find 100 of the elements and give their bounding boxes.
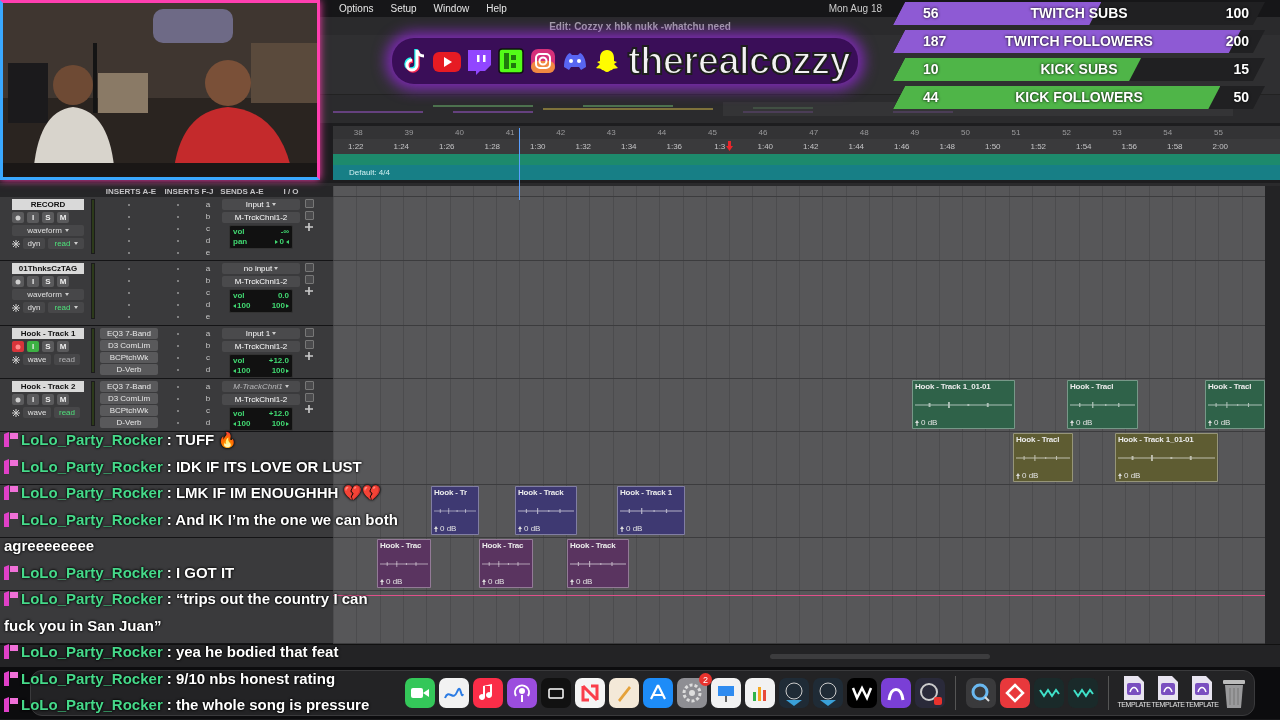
- automation-selector[interactable]: read: [54, 354, 80, 365]
- chat-username[interactable]: LoLo_Party_Rocker: [21, 457, 163, 475]
- solo-button[interactable]: S: [42, 276, 54, 287]
- track-name[interactable]: 01ThnksCzTAG: [12, 263, 84, 274]
- audio-clip[interactable]: Hook - Trac 0 dB: [479, 539, 533, 588]
- dynamic-button[interactable]: dyn: [23, 302, 45, 313]
- output-selector[interactable]: M-TrckChnl1-2: [222, 341, 300, 352]
- audio-clip[interactable]: Hook - Tr 0 dB: [431, 486, 479, 535]
- plus-icon[interactable]: [305, 352, 313, 360]
- track-name[interactable]: RECORD: [12, 199, 84, 210]
- automation-selector[interactable]: read: [48, 302, 84, 313]
- record-button[interactable]: [12, 276, 24, 287]
- send-slot[interactable]: d: [205, 364, 211, 375]
- automation-selector[interactable]: read: [54, 407, 80, 418]
- audio-clip[interactable]: Hook - Tracl 0 dB: [1205, 380, 1265, 429]
- chat-username[interactable]: LoLo_Party_Rocker: [21, 510, 163, 528]
- snowflake-icon[interactable]: [12, 355, 20, 364]
- record-icon[interactable]: [915, 678, 945, 708]
- view-selector[interactable]: wave: [23, 407, 51, 418]
- snowflake-icon[interactable]: [12, 408, 20, 417]
- send-slot[interactable]: b: [205, 211, 211, 222]
- solo-button[interactable]: S: [42, 341, 54, 352]
- clip-gain[interactable]: 0 dB: [620, 524, 682, 533]
- tv-icon[interactable]: [541, 678, 571, 708]
- plus-icon[interactable]: [305, 287, 313, 295]
- clip-gain[interactable]: 0 dB: [1070, 418, 1135, 427]
- chat-username[interactable]: LoLo_Party_Rocker: [21, 484, 163, 501]
- zigzag-icon[interactable]: [1034, 678, 1064, 708]
- solo-button[interactable]: S: [42, 394, 54, 405]
- insert-slot[interactable]: BCPtchWk: [100, 405, 158, 416]
- document-icon[interactable]: [1191, 675, 1213, 701]
- presentation-icon[interactable]: [711, 678, 741, 708]
- menu-item[interactable]: Setup: [390, 3, 417, 14]
- volume-pan-display[interactable]: vol -∞ pan 0: [229, 225, 293, 249]
- dynamic-button[interactable]: dyn: [23, 238, 45, 249]
- chat-username[interactable]: LoLo_Party_Rocker: [21, 696, 163, 713]
- input-selector[interactable]: no input: [222, 263, 300, 274]
- record-button[interactable]: [12, 341, 24, 352]
- send-slot[interactable]: a: [205, 263, 211, 274]
- send-slot[interactable]: a: [205, 328, 211, 339]
- chat-username[interactable]: LoLo_Party_Rocker: [21, 643, 163, 660]
- input-monitor-button[interactable]: I: [27, 212, 39, 223]
- input-selector[interactable]: M-TrackChnl1: [222, 381, 300, 392]
- send-slot[interactable]: d: [205, 299, 211, 310]
- audio-clip[interactable]: Hook - Tracl 0 dB: [1013, 433, 1073, 482]
- send-slot[interactable]: c: [206, 405, 210, 416]
- trash-icon[interactable]: [1221, 677, 1247, 709]
- scribble-icon[interactable]: [439, 678, 469, 708]
- clip-gain[interactable]: 0 dB: [482, 577, 530, 586]
- record-button[interactable]: [12, 394, 24, 405]
- scrollbar-thumb[interactable]: [770, 653, 990, 659]
- output-selector[interactable]: M-TrckChnl1-2: [222, 394, 300, 405]
- output-selector[interactable]: M-TrckChnl1-2: [222, 212, 300, 223]
- send-slot[interactable]: b: [205, 340, 211, 351]
- insert-slot[interactable]: BCPtchWk: [100, 352, 158, 363]
- menu-item[interactable]: Window: [433, 3, 470, 14]
- snowflake-icon[interactable]: [12, 239, 20, 248]
- input-monitor-button[interactable]: I: [27, 394, 39, 405]
- view-selector[interactable]: waveform: [12, 289, 84, 300]
- insert-slot[interactable]: EQ3 7-Band: [100, 328, 158, 339]
- view-selector[interactable]: waveform: [12, 225, 84, 236]
- audio-clip[interactable]: Hook - Track 0 dB: [515, 486, 577, 535]
- track-name[interactable]: Hook - Track 2: [12, 381, 84, 392]
- automation-selector[interactable]: read: [48, 238, 84, 249]
- track-name[interactable]: Hook - Track 1: [12, 328, 84, 339]
- zigzag-icon[interactable]: [1068, 678, 1098, 708]
- chat-username[interactable]: LoLo_Party_Rocker: [21, 563, 163, 581]
- clip-gain[interactable]: 0 dB: [434, 524, 476, 533]
- volume-pan-display[interactable]: vol +12.0 100 100: [229, 354, 293, 378]
- insert-slot[interactable]: EQ3 7-Band: [100, 381, 158, 392]
- clip-gain[interactable]: 0 dB: [915, 418, 1012, 427]
- mute-button[interactable]: M: [57, 212, 69, 223]
- volume-pan-display[interactable]: vol +12.0 100 100: [229, 407, 293, 431]
- wave-icon[interactable]: [847, 678, 877, 708]
- document-icon[interactable]: [1123, 675, 1145, 701]
- gear-icon[interactable]: [677, 678, 707, 708]
- input-selector[interactable]: Input 1: [222, 199, 300, 210]
- audio-clip[interactable]: Hook - Track 1_01-01 0 dB: [1115, 433, 1218, 482]
- plus-icon[interactable]: [305, 405, 313, 413]
- news-icon[interactable]: [575, 678, 605, 708]
- mute-button[interactable]: M: [57, 341, 69, 352]
- mute-button[interactable]: M: [57, 394, 69, 405]
- send-slot[interactable]: e: [205, 247, 211, 258]
- send-slot[interactable]: b: [205, 393, 211, 404]
- insert-slot[interactable]: D3 ComLim: [100, 340, 158, 351]
- audio-clip[interactable]: Hook - Trac 0 dB: [377, 539, 431, 588]
- playhead-marker-icon[interactable]: [726, 141, 733, 151]
- mixer-knob-icon[interactable]: [779, 678, 809, 708]
- podcast-icon[interactable]: [507, 678, 537, 708]
- output-selector[interactable]: M-TrckChnl1-2: [222, 276, 300, 287]
- bar-chart-icon[interactable]: [745, 678, 775, 708]
- chat-username[interactable]: LoLo_Party_Rocker: [21, 431, 163, 448]
- scrollbar[interactable]: [1265, 186, 1280, 644]
- clip-gain[interactable]: 0 dB: [518, 524, 574, 533]
- chat-username[interactable]: LoLo_Party_Rocker: [21, 669, 163, 687]
- record-button[interactable]: [12, 212, 24, 223]
- clip-gain[interactable]: 0 dB: [1016, 471, 1070, 480]
- arch-icon[interactable]: [881, 678, 911, 708]
- magnifier-icon[interactable]: [966, 678, 996, 708]
- send-slot[interactable]: e: [205, 311, 211, 322]
